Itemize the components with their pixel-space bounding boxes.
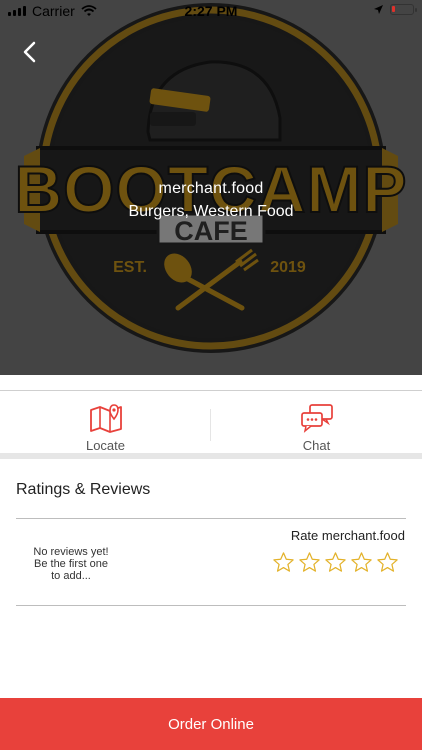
section-separator [0,453,422,459]
order-online-button[interactable]: Order Online [0,698,422,750]
no-reviews-line3: to add... [51,570,91,582]
status-time: 2:27 PM [184,3,238,19]
star-rating-input[interactable] [272,551,399,574]
order-online-label: Order Online [168,715,254,733]
star-icon[interactable] [324,551,347,574]
battery-icon [390,4,417,15]
back-button[interactable] [16,38,44,66]
merchant-name: merchant.food [158,180,264,197]
locate-label: Locate [85,438,126,453]
ratings-bottom-rule [16,605,406,606]
star-icon[interactable] [272,551,295,574]
chevron-left-icon [23,41,36,63]
hero-banner: BOOTCAMP CAFE EST. 2019 Carrier 2:27 PM … [0,0,422,375]
no-reviews-line1: No reviews yet! [33,546,109,558]
location-arrow-icon [374,5,383,14]
chat-button[interactable]: Chat [211,391,422,454]
status-right [373,4,417,15]
rate-merchant-label: Rate merchant.food [290,528,405,543]
action-bar: Locate Chat [0,391,422,454]
star-icon[interactable] [350,551,373,574]
ratings-title: Ratings & Reviews [16,481,151,498]
map-icon [89,404,122,433]
no-reviews-message: No reviews yet! Be the first one to add.… [18,546,124,582]
status-bar: Carrier 2:27 PM [0,0,422,22]
locate-button[interactable]: Locate [0,391,211,454]
merchant-cuisine: Burgers, Western Food [128,203,294,220]
star-icon[interactable] [298,551,321,574]
chat-icon [300,404,333,433]
battery-level [392,6,395,12]
chat-label: Chat [302,438,331,453]
star-icon[interactable] [376,551,399,574]
no-reviews-line2: Be the first one [34,558,108,570]
ratings-top-rule [16,518,406,519]
action-separator [210,409,211,441]
